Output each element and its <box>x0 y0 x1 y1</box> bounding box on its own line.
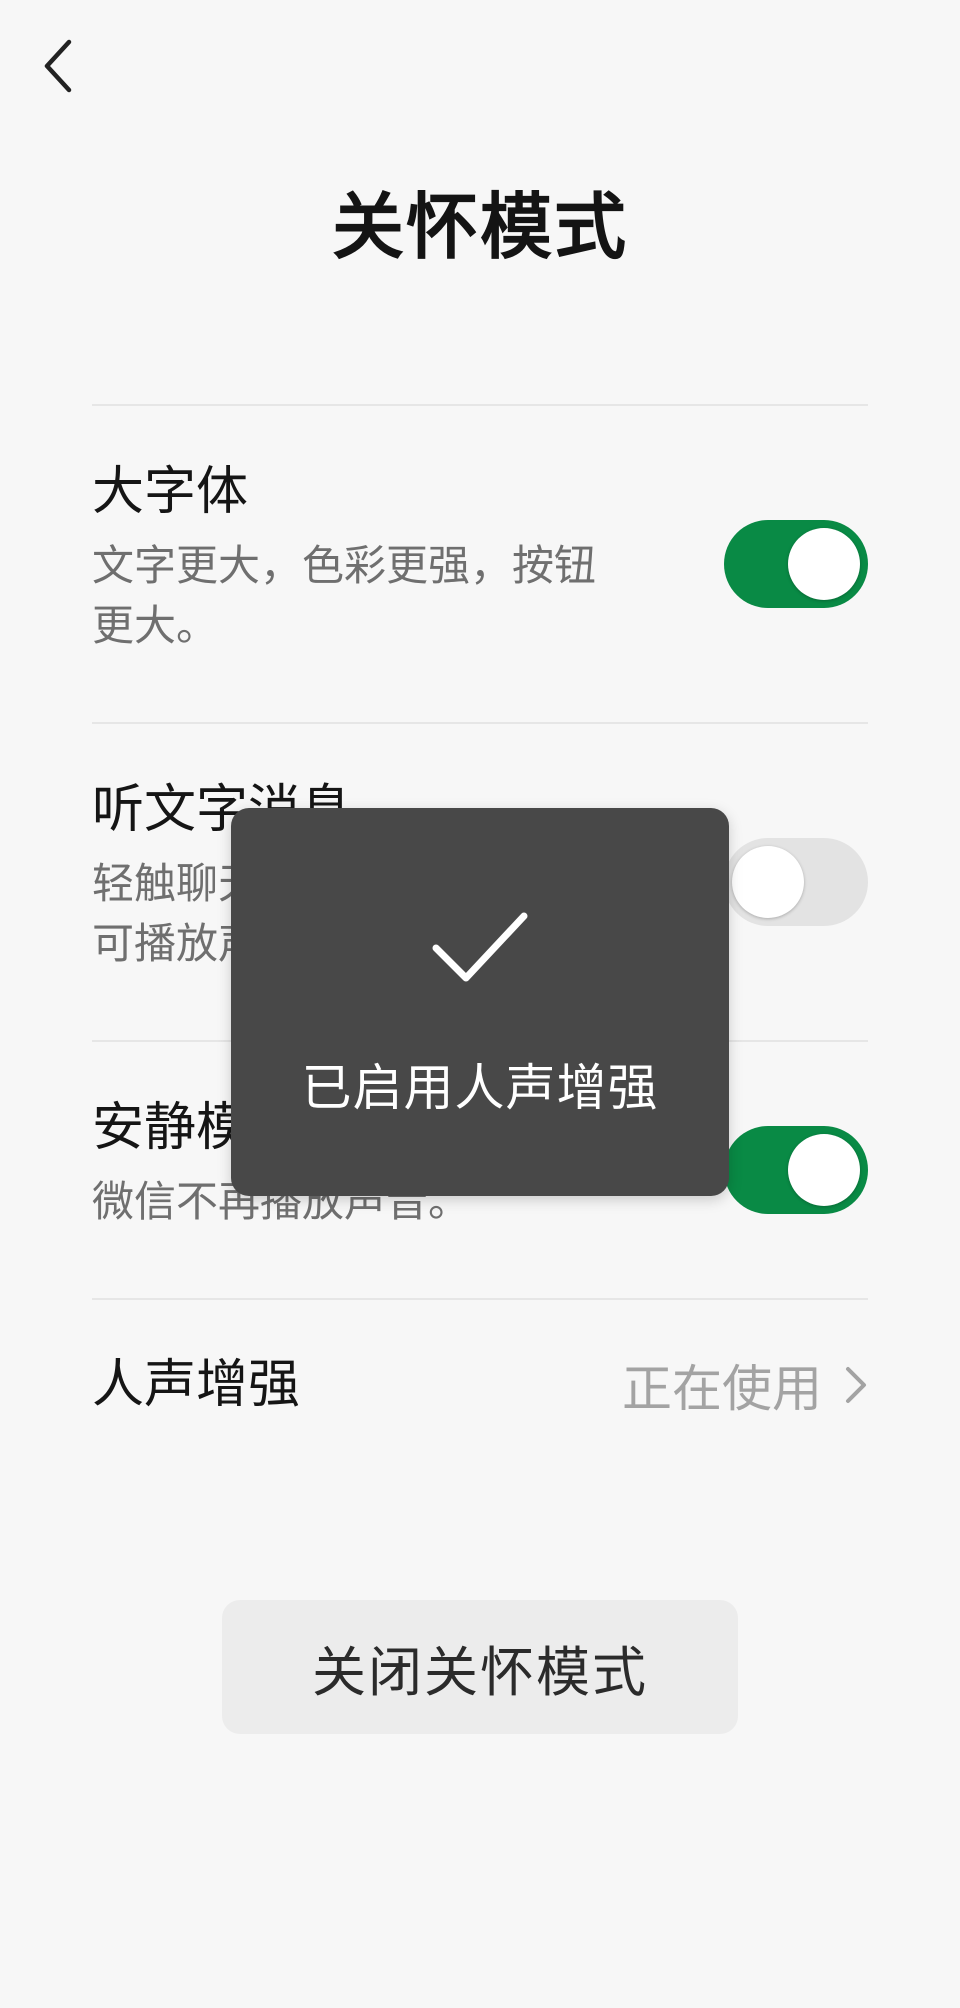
large-font-toggle[interactable] <box>724 520 868 608</box>
toggle-knob <box>788 528 860 600</box>
voice-enhance-status[interactable]: 正在使用 <box>622 1349 868 1421</box>
setting-row-large-font: 大字体 文字更大，色彩更强，按钮更大。 <box>92 406 868 722</box>
toggle-knob <box>788 1134 860 1206</box>
toast-message: 已启用人声增强 <box>301 1059 659 1117</box>
chevron-left-icon <box>44 39 72 93</box>
page-title: 关怀模式 <box>331 185 628 269</box>
setting-description: 文字更大，色彩更强，按钮更大。 <box>92 541 597 650</box>
chevron-right-icon <box>846 1367 866 1403</box>
back-button[interactable] <box>30 30 86 102</box>
close-care-mode-button[interactable]: 关闭关怀模式 <box>222 1600 738 1734</box>
checkmark-icon <box>432 912 528 982</box>
setting-row-voice-enhance[interactable]: 人声增强 正在使用 <box>92 1300 868 1470</box>
setting-title: 大字体 <box>92 462 249 522</box>
listen-text-toggle[interactable] <box>724 838 868 926</box>
status-text: 正在使用 <box>622 1360 822 1418</box>
toggle-knob <box>732 846 804 918</box>
quiet-mode-toggle[interactable] <box>724 1126 868 1214</box>
setting-title: 人声增强 <box>92 1355 301 1415</box>
toast-notification: 已启用人声增强 <box>231 808 729 1196</box>
